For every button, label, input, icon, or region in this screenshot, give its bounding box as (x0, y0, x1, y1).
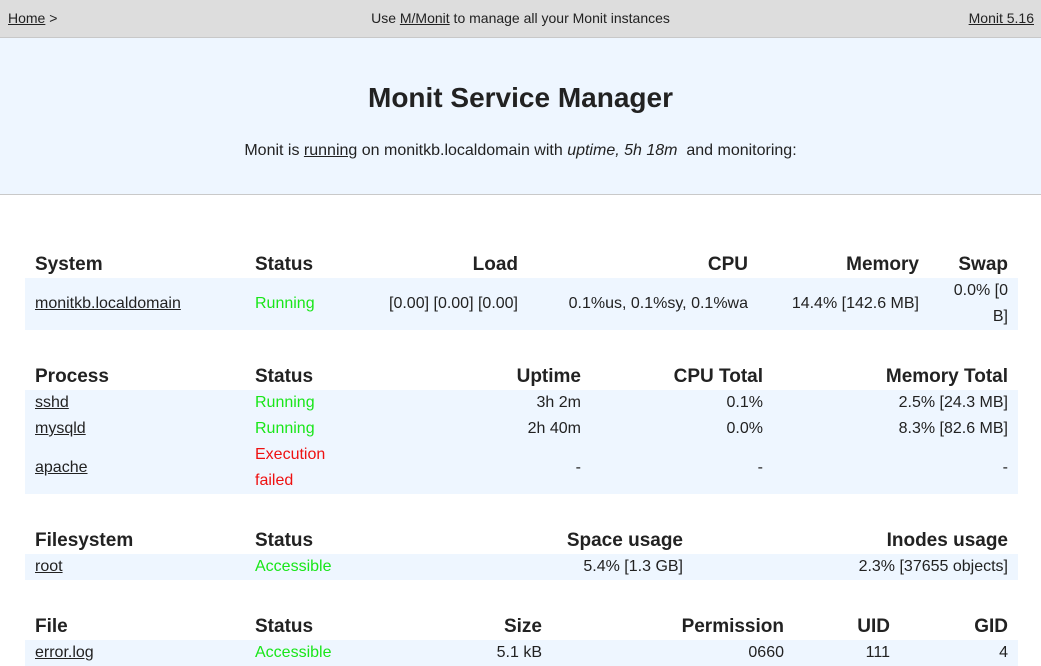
space-usage-cell: 5.4% [1.3 GB] (405, 554, 693, 580)
col-header-file: File (35, 616, 68, 637)
col-header-status: Status (255, 366, 314, 387)
inodes-usage-cell: 2.3% [37655 objects] (693, 554, 1018, 580)
status-cell: Accessible (245, 640, 405, 666)
process-name-cell: sshd (25, 390, 245, 416)
process-link-mysqld[interactable]: mysqld (35, 420, 86, 437)
uptime-cell: 3h 2m (365, 390, 591, 416)
col-header-space-usage: Space usage (566, 530, 683, 551)
summary-text-pre: Monit is (244, 142, 304, 159)
table-row: monitkb.localdomain Running [0.00] [0.00… (25, 278, 1018, 330)
col-header-status: Status (255, 254, 314, 275)
col-header-gid: GID (974, 616, 1008, 637)
gid-cell: 4 (900, 640, 1018, 666)
filesystem-link-root[interactable]: root (35, 558, 63, 575)
col-header-memory: Memory (846, 254, 919, 275)
mmonit-promo: Use M/Monit to manage all your Monit ins… (0, 0, 1041, 37)
col-header-cpu: CPU (707, 254, 748, 275)
file-name-cell: error.log (25, 640, 245, 666)
summary-text-post: and monitoring: (677, 142, 797, 159)
memory-total-cell: 2.5% [24.3 MB] (773, 390, 1018, 416)
page-header: Monit Service Manager Monit is running o… (0, 38, 1041, 195)
filesystem-table: Filesystem Status Space usage Inodes usa… (25, 528, 1018, 580)
uptime-cell: - (365, 442, 591, 494)
table-header-row: Process Status Uptime CPU Total Memory T… (25, 364, 1018, 390)
process-name-cell: apache (25, 442, 245, 494)
table-header-row: System Status Load CPU Memory Swap (25, 252, 1018, 278)
cpu-cell: 0.1%us, 0.1%sy, 0.1%wa (528, 278, 758, 330)
process-link-sshd[interactable]: sshd (35, 394, 69, 411)
table-row: error.log Accessible 5.1 kB 0660 111 4 (25, 640, 1018, 666)
promo-text-pre: Use (371, 10, 400, 26)
status-cell: Execution failed (245, 442, 365, 494)
uptime-text: uptime, 5h 18m (567, 142, 678, 159)
col-header-status: Status (255, 616, 314, 637)
col-header-cpu-total: CPU Total (673, 366, 763, 387)
swap-cell: 0.0% [0 B] (929, 278, 1018, 330)
process-table: Process Status Uptime CPU Total Memory T… (25, 364, 1018, 494)
status-cell: Running (245, 390, 365, 416)
col-header-inodes-usage: Inodes usage (886, 530, 1008, 551)
table-row: apache Execution failed - - - (25, 442, 1018, 494)
system-table: System Status Load CPU Memory Swap monit… (25, 252, 1018, 330)
table-row: sshd Running 3h 2m 0.1% 2.5% [24.3 MB] (25, 390, 1018, 416)
uid-cell: 111 (794, 640, 900, 666)
col-header-memory-total: Memory Total (885, 366, 1008, 387)
cpu-total-cell: 0.0% (591, 416, 773, 442)
memory-total-cell: 8.3% [82.6 MB] (773, 416, 1018, 442)
summary-host: on monitkb.localdomain with (357, 142, 568, 159)
col-header-uptime: Uptime (516, 366, 581, 387)
table-header-row: Filesystem Status Space usage Inodes usa… (25, 528, 1018, 554)
load-cell: [0.00] [0.00] [0.00] (355, 278, 528, 330)
cpu-total-cell: 0.1% (591, 390, 773, 416)
process-name-cell: mysqld (25, 416, 245, 442)
services-content: System Status Load CPU Memory Swap monit… (0, 252, 1041, 666)
col-header-load: Load (472, 254, 518, 275)
page-title: Monit Service Manager (368, 82, 673, 113)
permission-cell: 0660 (552, 640, 794, 666)
col-header-swap: Swap (958, 254, 1008, 275)
system-link[interactable]: monitkb.localdomain (35, 295, 181, 312)
table-row: root Accessible 5.4% [1.3 GB] 2.3% [3765… (25, 554, 1018, 580)
filesystem-name-cell: root (25, 554, 245, 580)
mmonit-link[interactable]: M/Monit (400, 10, 450, 26)
col-header-filesystem: Filesystem (35, 530, 134, 551)
status-cell: Accessible (245, 554, 405, 580)
col-header-permission: Permission (681, 616, 784, 637)
promo-text-post: to manage all your Monit instances (449, 10, 670, 26)
memory-cell: 14.4% [142.6 MB] (758, 278, 929, 330)
monit-status-summary: Monit is running on monitkb.localdomain … (0, 141, 1041, 161)
col-header-size: Size (503, 616, 542, 637)
file-link-error-log[interactable]: error.log (35, 644, 94, 661)
col-header-system: System (35, 254, 103, 275)
size-cell: 5.1 kB (405, 640, 552, 666)
process-link-apache[interactable]: apache (35, 459, 88, 476)
system-name-cell: monitkb.localdomain (25, 278, 245, 330)
status-cell: Running (245, 416, 365, 442)
running-link[interactable]: running (304, 142, 357, 159)
top-nav-bar: Home > Use M/Monit to manage all your Mo… (0, 0, 1041, 38)
col-header-uid: UID (857, 616, 890, 637)
status-cell: Running (245, 278, 355, 330)
table-header-row: File Status Size Permission UID GID (25, 614, 1018, 640)
table-row: mysqld Running 2h 40m 0.0% 8.3% [82.6 MB… (25, 416, 1018, 442)
col-header-process: Process (35, 366, 109, 387)
cpu-total-cell: - (591, 442, 773, 494)
version-link[interactable]: Monit 5.16 (969, 0, 1034, 37)
col-header-status: Status (255, 530, 314, 551)
file-table: File Status Size Permission UID GID erro… (25, 614, 1018, 666)
memory-total-cell: - (773, 442, 1018, 494)
uptime-cell: 2h 40m (365, 416, 591, 442)
